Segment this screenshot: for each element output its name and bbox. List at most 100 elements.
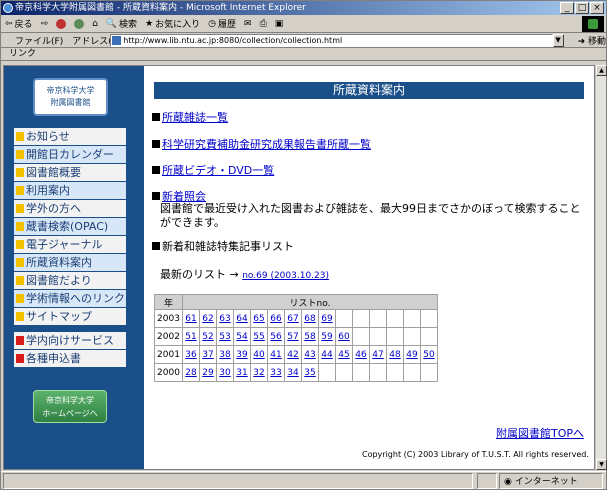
issue-link[interactable]: 37 — [202, 350, 213, 360]
bullet-icon — [16, 222, 24, 231]
issue-link[interactable]: 42 — [287, 350, 298, 360]
issue-link[interactable]: 66 — [270, 314, 281, 324]
sidebar-item-opac[interactable]: 蔵書検索(OPAC) — [14, 218, 126, 235]
vertical-scrollbar[interactable]: ▲ ▼ — [595, 65, 607, 470]
issue-link[interactable]: 65 — [253, 314, 264, 324]
issue-cell: 50 — [420, 345, 438, 364]
issue-link[interactable]: 49 — [406, 350, 417, 360]
address-dropdown-button[interactable]: ▼ — [552, 33, 564, 47]
windows-logo-icon — [582, 16, 604, 32]
issue-link[interactable]: 47 — [372, 350, 383, 360]
issue-link[interactable]: 48 — [389, 350, 400, 360]
browser-window: 帝京科学大学附属図書館 - 所蔵資料案内 - Microsoft Interne… — [0, 0, 607, 490]
issue-link[interactable]: 58 — [304, 332, 315, 342]
latest-list-link[interactable]: no.69 (2003.10.23) — [242, 271, 329, 281]
issue-link[interactable]: 33 — [270, 368, 281, 378]
sidebar-item-overview[interactable]: 図書館概要 — [14, 164, 126, 181]
library-top-link[interactable]: 附属図書館TOPへ — [496, 425, 584, 441]
home-toolbar-button[interactable]: ⌂ — [92, 19, 98, 29]
issue-link[interactable]: 60 — [338, 332, 349, 342]
issue-link[interactable]: 68 — [304, 314, 315, 324]
reports-link[interactable]: 科学研究費補助金研究成果報告書所蔵一覧 — [162, 138, 371, 151]
issue-link[interactable]: 29 — [202, 368, 213, 378]
issue-cell: 62 — [199, 309, 217, 328]
issue-link[interactable]: 69 — [321, 314, 332, 324]
history-button[interactable]: ◷ 履歴 — [208, 17, 236, 31]
edit-button[interactable]: ▣ — [275, 19, 284, 29]
issue-link[interactable]: 55 — [253, 332, 264, 342]
minimize-button[interactable]: _ — [560, 2, 574, 14]
empty-cell — [352, 327, 370, 346]
sidebar-item-news[interactable]: お知らせ — [14, 128, 126, 145]
window-controls: _ □ × — [560, 2, 604, 14]
sidebar-item-visitors[interactable]: 学外の方へ — [14, 200, 126, 217]
empty-cell — [369, 363, 387, 382]
issue-link[interactable]: 63 — [219, 314, 230, 324]
close-button[interactable]: × — [590, 2, 604, 14]
issue-link[interactable]: 28 — [185, 368, 196, 378]
issue-link[interactable]: 30 — [219, 368, 230, 378]
issue-link[interactable]: 43 — [304, 350, 315, 360]
print-button[interactable]: ⎙ — [260, 19, 267, 29]
sidebar-item-links[interactable]: 学術情報へのリンク — [14, 290, 126, 307]
issue-cell: 34 — [284, 363, 302, 382]
search-button[interactable]: 🔍 検索 — [106, 17, 137, 31]
issue-link[interactable]: 59 — [321, 332, 332, 342]
issue-link[interactable]: 32 — [253, 368, 264, 378]
page-title: 所蔵資料案内 — [154, 82, 584, 99]
address-bar: ファイル(F) アドレス(D) http://www.lib.ntu.ac.jp… — [1, 33, 606, 48]
issue-link[interactable]: 36 — [185, 350, 196, 360]
issue-link[interactable]: 38 — [219, 350, 230, 360]
sidebar-item-forms[interactable]: 各種申込書 — [14, 350, 126, 367]
mail-button[interactable]: ✉ — [244, 19, 252, 29]
table-row: 2002 51 52 53 54 55 56 57 58 59 60 — [154, 327, 438, 346]
sidebar-item-collection[interactable]: 所蔵資料案内 — [14, 254, 126, 271]
journals-link[interactable]: 所蔵雑誌一覧 — [162, 111, 228, 124]
maximize-button[interactable]: □ — [575, 2, 589, 14]
refresh-button[interactable] — [74, 18, 85, 29]
go-button[interactable]: ➜ 移動 — [578, 34, 606, 47]
issue-link[interactable]: 35 — [304, 368, 315, 378]
back-button[interactable]: ⇦ 戻る — [5, 17, 33, 31]
issue-link[interactable]: 34 — [287, 368, 298, 378]
videos-section: 所蔵ビデオ・DVD一覧 — [152, 164, 274, 178]
videos-link[interactable]: 所蔵ビデオ・DVD一覧 — [162, 164, 274, 177]
library-logo[interactable]: 帝京科学大学 附属図書館 — [33, 78, 108, 116]
issue-link[interactable]: 39 — [236, 350, 247, 360]
issue-cell: 31 — [233, 363, 251, 382]
sidebar-item-newsletter[interactable]: 図書館だより — [14, 272, 126, 289]
issue-link[interactable]: 31 — [236, 368, 247, 378]
scroll-up-icon[interactable]: ▲ — [596, 65, 607, 76]
sidebar-item-sitemap[interactable]: サイトマップ — [14, 308, 126, 325]
links-bar[interactable]: リンク — [1, 48, 606, 61]
empty-cell — [386, 327, 404, 346]
issue-link[interactable]: 64 — [236, 314, 247, 324]
sidebar-item-ejournal[interactable]: 電子ジャーナル — [14, 236, 126, 253]
scroll-down-icon[interactable]: ▼ — [596, 459, 607, 470]
favorites-button[interactable]: ★ お気に入り — [145, 17, 200, 31]
issue-link[interactable]: 41 — [270, 350, 281, 360]
issue-link[interactable]: 46 — [355, 350, 366, 360]
issue-link[interactable]: 56 — [270, 332, 281, 342]
file-menu[interactable]: ファイル(F) — [1, 34, 72, 47]
sidebar-item-internal-services[interactable]: 学内向けサービス — [14, 332, 126, 349]
issue-link[interactable]: 52 — [202, 332, 213, 342]
new-journals-heading: 新着和雑誌特集記事リスト — [152, 240, 294, 254]
sidebar-item-guide[interactable]: 利用案内 — [14, 182, 126, 199]
issue-link[interactable]: 61 — [185, 314, 196, 324]
issue-link[interactable]: 57 — [287, 332, 298, 342]
university-home-button[interactable]: 帝京科学大学 ホームページへ — [33, 390, 107, 423]
issue-link[interactable]: 50 — [423, 350, 434, 360]
sidebar-item-calendar[interactable]: 開館日カレンダー — [14, 146, 126, 163]
address-input[interactable]: http://www.lib.ntu.ac.jp:8080/collection… — [110, 33, 553, 47]
issue-link[interactable]: 40 — [253, 350, 264, 360]
forward-button[interactable]: ⇨ — [41, 19, 49, 29]
issue-link[interactable]: 44 — [321, 350, 332, 360]
issue-link[interactable]: 67 — [287, 314, 298, 324]
issue-link[interactable]: 53 — [219, 332, 230, 342]
issue-link[interactable]: 62 — [202, 314, 213, 324]
issue-link[interactable]: 45 — [338, 350, 349, 360]
issue-link[interactable]: 54 — [236, 332, 247, 342]
stop-button[interactable] — [56, 18, 67, 29]
issue-link[interactable]: 51 — [185, 332, 196, 342]
